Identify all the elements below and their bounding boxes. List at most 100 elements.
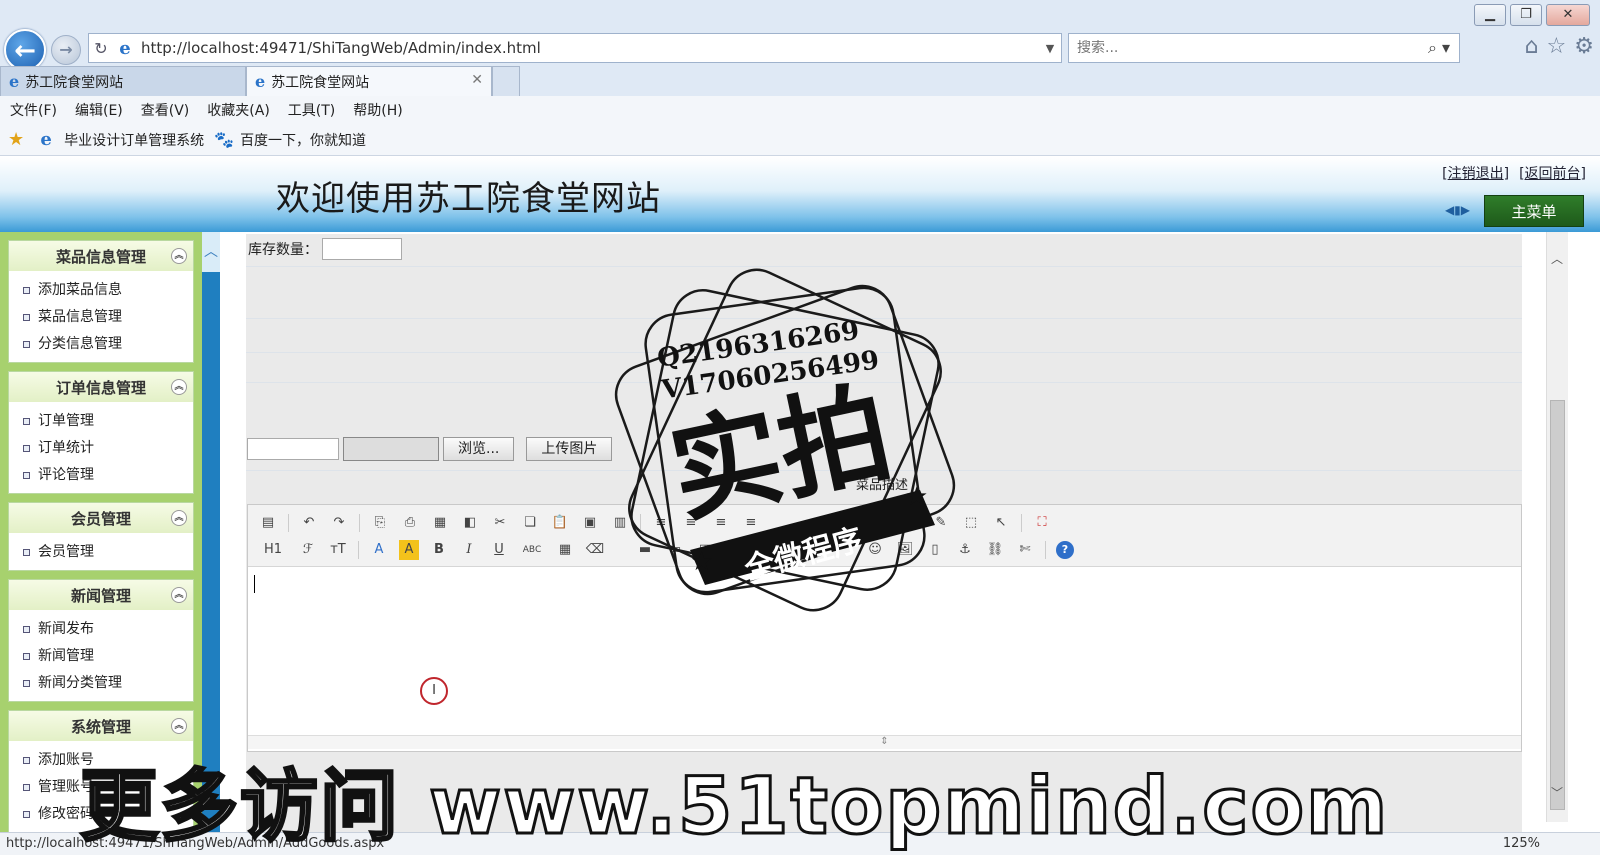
star-icon[interactable]: ☆ (1547, 34, 1567, 59)
close-icon[interactable]: ✕ (1546, 4, 1590, 26)
favorite-link-orders[interactable]: e 毕业设计订单管理系统 (34, 129, 204, 150)
underline-button[interactable]: U (489, 540, 509, 560)
italic-button[interactable]: I (459, 540, 479, 560)
table-icon[interactable]: ▦ (555, 540, 575, 560)
paste-word-icon[interactable]: ▥ (610, 513, 630, 533)
search-bar[interactable]: ⌕ ▾ (1068, 33, 1460, 63)
pointer-icon[interactable]: ↖ (991, 513, 1011, 533)
new-tab-button[interactable] (492, 66, 520, 96)
address-text[interactable]: http://localhost:49471/ShiTangWeb/Admin/… (137, 39, 1039, 57)
paste-icon[interactable]: 📋 (550, 513, 570, 533)
font-family-icon[interactable]: ℱ (298, 540, 318, 560)
tab-close-icon[interactable]: ✕ (471, 72, 483, 88)
sidebar-item[interactable]: 菜品信息管理 (23, 304, 193, 331)
strikethrough-button[interactable]: ABC (519, 540, 545, 560)
align-justify-icon[interactable]: ≡ (741, 513, 761, 533)
menu-tools[interactable]: 工具(T) (288, 100, 335, 120)
select-all-icon[interactable]: ⬚ (961, 513, 981, 533)
browse-button[interactable]: 浏览... (443, 437, 515, 461)
scroll-thumb[interactable] (1550, 400, 1565, 810)
favorite-link-baidu[interactable]: 🐾 百度一下，你就知道 (214, 130, 366, 150)
main-menu-button[interactable]: 主菜单 (1484, 195, 1584, 227)
template-icon[interactable]: ▦ (430, 513, 450, 533)
menu-file[interactable]: 文件(F) (10, 100, 57, 120)
collapse-icon[interactable]: ︽ (171, 248, 187, 264)
sidebar-splitter[interactable]: ︿ (202, 232, 220, 842)
code-icon[interactable]: ◧ (460, 513, 480, 533)
zoom-level[interactable]: 125% (1503, 833, 1540, 855)
align-left-icon[interactable]: ≡ (651, 513, 671, 533)
heading-dropdown[interactable]: H1 (258, 540, 288, 560)
sidebar-item[interactable]: 订单管理 (23, 408, 193, 435)
group-header[interactable]: 系统管理 ︽ (9, 711, 193, 741)
collapse-icon[interactable]: ︽ (171, 379, 187, 395)
logout-link[interactable]: [注销退出] (1442, 163, 1509, 183)
bold-button[interactable]: B (429, 540, 449, 560)
fullscreen-icon[interactable]: ⛶ (1032, 513, 1052, 533)
back-front-link[interactable]: [返回前台] (1519, 163, 1586, 183)
help-icon[interactable]: ? (1056, 540, 1074, 559)
restore-icon[interactable]: ❐ (1510, 4, 1542, 26)
redo-icon[interactable]: ↷ (329, 513, 349, 533)
sidebar-item[interactable]: 评论管理 (23, 462, 193, 489)
sidebar-item[interactable]: 订单统计 (23, 435, 193, 462)
group-header[interactable]: 订单信息管理 ︽ (9, 372, 193, 402)
link-icon[interactable]: ⛓ (985, 540, 1005, 560)
font-size-icon[interactable]: тT (328, 540, 348, 560)
gear-icon[interactable]: ⚙ (1574, 34, 1594, 59)
search-input[interactable] (1069, 40, 1419, 56)
collapse-icon[interactable]: ︽ (171, 587, 187, 603)
undo-icon[interactable]: ↶ (299, 513, 319, 533)
preview-icon[interactable]: ⎘ (370, 513, 390, 533)
clear-format-icon[interactable]: ✎ (931, 513, 951, 533)
sidebar-item[interactable]: 添加账号 (23, 747, 193, 774)
scroll-down-icon[interactable]: ﹀ (1551, 784, 1563, 801)
flash-icon[interactable]: ▯ (925, 540, 945, 560)
anchor-icon[interactable]: ⚓ (955, 540, 975, 560)
source-icon[interactable]: ▤ (258, 513, 278, 533)
unlink-icon[interactable]: ✄ (1015, 540, 1035, 560)
cut-icon[interactable]: ✂ (490, 513, 510, 533)
sidebar-item[interactable]: 新闻发布 (23, 616, 193, 643)
back-button[interactable]: ← (4, 29, 46, 71)
menu-favorites[interactable]: 收藏夹(A) (207, 100, 270, 120)
search-icon[interactable]: ⌕ ▾ (1419, 38, 1459, 58)
scroll-up-icon[interactable]: ︿ (1551, 250, 1563, 267)
sidebar-item[interactable]: 会员管理 (23, 539, 193, 566)
switch-arrows-icon[interactable]: ◀▮▶ (1445, 203, 1470, 217)
paste-text-icon[interactable]: ▣ (580, 513, 600, 533)
image-path-input[interactable] (247, 438, 339, 460)
sidebar-item[interactable]: 新闻分类管理 (23, 670, 193, 697)
editor-resize-handle[interactable]: ⇕ (248, 735, 1521, 749)
image-icon[interactable]: 🖼 (895, 540, 915, 560)
upload-image-button[interactable]: 上传图片 (526, 437, 613, 461)
menu-view[interactable]: 查看(V) (141, 100, 190, 120)
address-bar[interactable]: ↻ e http://localhost:49471/ShiTangWeb/Ad… (88, 33, 1062, 63)
insert-row-icon[interactable]: ▬ (635, 540, 655, 560)
stock-input[interactable] (322, 238, 402, 260)
forward-button[interactable]: → (51, 35, 81, 65)
page-scrollbar[interactable]: ︿ ﹀ (1546, 232, 1568, 822)
group-header[interactable]: 新闻管理 ︽ (9, 580, 193, 610)
file-field[interactable] (343, 437, 439, 461)
copy-icon[interactable]: ❏ (520, 513, 540, 533)
align-right-icon[interactable]: ≡ (711, 513, 731, 533)
menu-help[interactable]: 帮助(H) (353, 100, 402, 120)
minimize-icon[interactable]: ▁ (1474, 4, 1506, 26)
chevron-up-icon[interactable]: ︿ (202, 232, 220, 272)
highlight-icon[interactable]: A (399, 539, 419, 560)
browser-tab[interactable]: e 苏工院食堂网站 (0, 66, 246, 96)
group-header[interactable]: 菜品信息管理 ︽ (9, 241, 193, 271)
collapse-icon[interactable]: ︽ (171, 718, 187, 734)
menu-edit[interactable]: 编辑(E) (75, 100, 123, 120)
sidebar-item[interactable]: 修改密码 (23, 801, 193, 828)
collapse-icon[interactable]: ︽ (171, 510, 187, 526)
home-icon[interactable]: ⌂ (1525, 34, 1539, 59)
merge-icon[interactable]: ◫ (695, 540, 715, 560)
emoji-icon[interactable]: ☺ (865, 540, 885, 560)
print-icon[interactable]: ⎙ (400, 513, 420, 533)
favorites-star-icon[interactable]: ★ (8, 129, 24, 150)
sidebar-item[interactable]: 分类信息管理 (23, 331, 193, 358)
eraser-icon[interactable]: ⌫ (585, 540, 605, 560)
editor-body[interactable] (248, 567, 1521, 735)
